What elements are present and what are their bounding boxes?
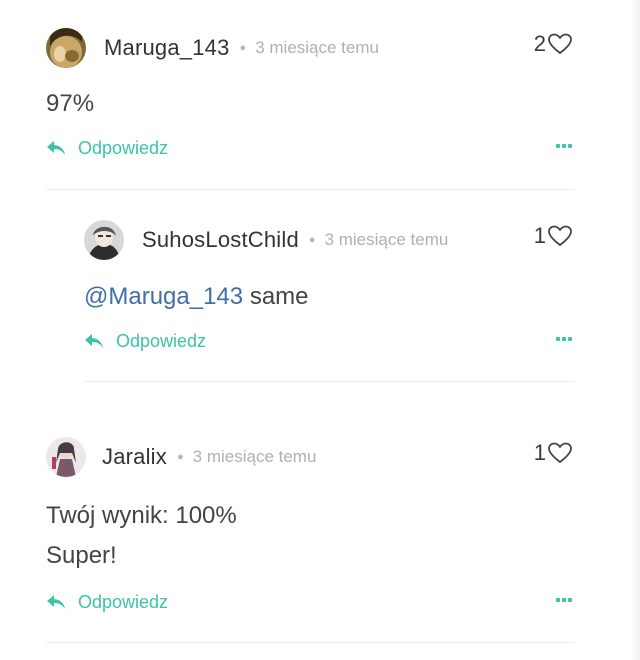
username[interactable]: Maruga_143 — [104, 35, 230, 61]
like-count: 1 — [533, 223, 546, 248]
comment-text-body: same — [249, 283, 309, 310]
comment-jaralix: Jaralix ● 3 miesiące temu 1 Twój wynik: … — [46, 437, 574, 614]
heart-icon[interactable] — [548, 33, 572, 55]
reply-arrow-icon[interactable] — [46, 594, 66, 610]
comment-actions: Odpowiedz — [46, 136, 574, 160]
username[interactable]: Jaralix — [102, 444, 167, 470]
reply-button[interactable]: Odpowiedz — [78, 592, 168, 613]
comment-header: SuhosLostChild ● 3 miesiące temu 1 — [84, 220, 574, 260]
mention-link[interactable]: @Maruga_143 — [84, 283, 243, 310]
avatar[interactable] — [46, 437, 86, 477]
like-count: 2 — [533, 31, 546, 56]
divider — [84, 381, 574, 382]
comment-text: @Maruga_143 same — [84, 277, 574, 317]
scroll-edge — [630, 0, 640, 660]
more-dots-icon[interactable] — [556, 598, 572, 602]
more-dots-icon[interactable] — [556, 144, 572, 148]
comment-text-line: Super! — [46, 542, 117, 569]
reply-button[interactable]: Odpowiedz — [116, 331, 206, 352]
like-button[interactable]: 1 — [534, 223, 572, 249]
avatar[interactable] — [46, 28, 86, 68]
separator-dot: ● — [239, 42, 247, 54]
reply-arrow-icon[interactable] — [46, 140, 66, 156]
more-dots-icon[interactable] — [556, 337, 572, 341]
username[interactable]: SuhosLostChild — [142, 227, 299, 253]
comment-text: 97% — [46, 90, 95, 117]
avatar[interactable] — [84, 220, 124, 260]
comment-header: Jaralix ● 3 miesiące temu 1 — [46, 437, 574, 477]
reply-arrow-icon[interactable] — [84, 333, 104, 349]
comment-text: Twój wynik: 100% Super! — [46, 496, 574, 576]
separator-dot: ● — [308, 234, 316, 246]
divider — [46, 642, 574, 643]
comment-suhoslostchild: SuhosLostChild ● 3 miesiące temu 1 @Maru… — [84, 220, 574, 353]
like-button[interactable]: 1 — [534, 440, 572, 466]
heart-icon[interactable] — [548, 225, 572, 247]
comment-actions: Odpowiedz — [46, 590, 574, 614]
comment-header: Maruga_143 ● 3 miesiące temu 2 — [46, 28, 574, 68]
comment-actions: Odpowiedz — [84, 329, 574, 353]
like-count: 1 — [533, 440, 546, 465]
divider — [46, 189, 574, 190]
comment-maruga: Maruga_143 ● 3 miesiące temu 2 97% Odpow… — [46, 28, 574, 160]
timestamp: 3 miesiące temu — [192, 447, 317, 466]
separator-dot: ● — [176, 451, 184, 463]
timestamp: 3 miesiące temu — [324, 230, 449, 249]
heart-icon[interactable] — [548, 442, 572, 464]
reply-button[interactable]: Odpowiedz — [78, 138, 168, 159]
timestamp: 3 miesiące temu — [255, 38, 379, 57]
like-button[interactable]: 2 — [534, 31, 572, 57]
comment-text-line: Twój wynik: 100% — [46, 502, 237, 529]
